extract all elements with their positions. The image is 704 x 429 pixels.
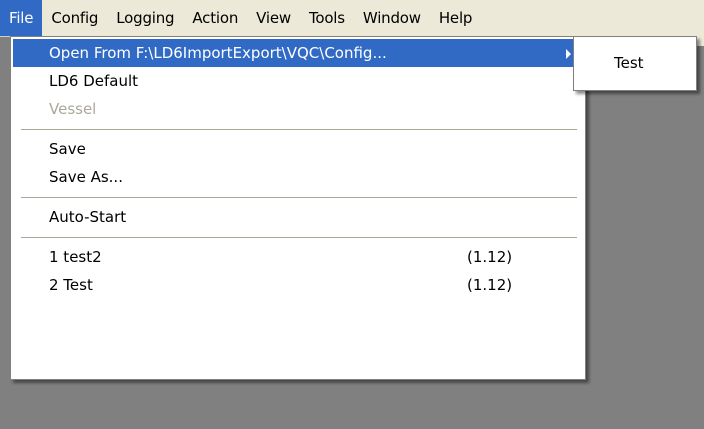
menu-item-recent-1[interactable]: 1 test2 (1.12) [13,243,583,271]
menu-item-open-from[interactable]: Open From F:\LD6ImportExport\VQC\Config.… [13,39,583,67]
menu-item-open-from-label: Open From F:\LD6ImportExport\VQC\Config.… [49,44,387,62]
menu-action[interactable]: Action [183,0,247,36]
recent-file-version: (1.12) [467,248,513,266]
submenu-arrow-icon [566,49,571,59]
menu-bar: File Config Logging Action View Tools Wi… [0,0,704,37]
recent-file-label: 2 Test [49,276,93,294]
menu-item-vessel: Vessel [49,100,97,118]
menu-item-save[interactable]: Save [13,135,583,163]
submenu-item-test[interactable]: Test [576,49,694,77]
file-menu-dropdown: Open From F:\LD6ImportExport\VQC\Config.… [10,36,586,380]
menu-separator [21,197,577,198]
menu-window[interactable]: Window [354,0,430,36]
menu-item-recent-2[interactable]: 2 Test (1.12) [13,271,583,299]
menu-separator [21,129,577,130]
menu-item-ld6-default[interactable]: LD6 Default [13,67,583,95]
recent-file-label: 1 test2 [49,248,102,266]
open-from-submenu: Test [573,36,697,91]
menu-file[interactable]: File [0,0,43,36]
menu-separator [21,237,577,238]
menu-logging[interactable]: Logging [107,0,183,36]
menu-config[interactable]: Config [42,0,107,36]
menu-item-auto-start[interactable]: Auto-Start [13,203,583,231]
menu-item-save-as[interactable]: Save As... [13,163,583,191]
menu-tools[interactable]: Tools [300,0,354,36]
menu-help[interactable]: Help [430,0,481,36]
recent-file-version: (1.12) [467,276,513,294]
menu-view[interactable]: View [247,0,300,36]
